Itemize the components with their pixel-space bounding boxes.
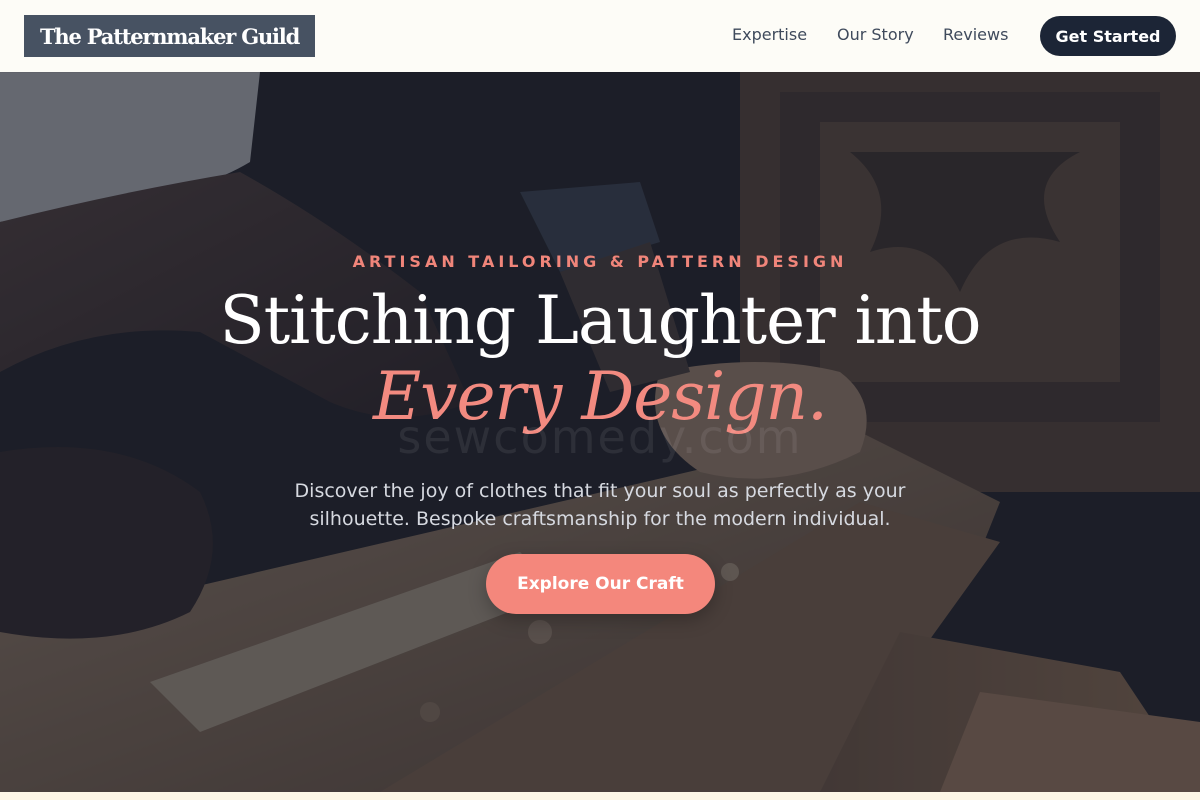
hero-subtitle: Discover the joy of clothes that fit you… <box>294 480 906 530</box>
top-navbar: The Patternmaker Guild Expertise Our Sto… <box>0 0 1200 72</box>
nav-link-our-story[interactable]: Our Story <box>837 25 914 44</box>
site-logo[interactable]: The Patternmaker Guild <box>24 15 316 57</box>
nav-link-reviews[interactable]: Reviews <box>943 25 1008 44</box>
watermark-text: sewcomedy.com <box>397 410 803 464</box>
next-section-edge <box>0 792 1200 800</box>
hero-headline: Stitching Laughter into <box>219 282 981 359</box>
get-started-button[interactable]: Get Started <box>1040 16 1176 56</box>
nav-link-expertise[interactable]: Expertise <box>732 25 807 44</box>
hero-kicker: ARTISAN TAILORING & PATTERN DESIGN <box>352 252 848 271</box>
explore-our-craft-button[interactable]: Explore Our Craft <box>486 554 715 614</box>
hero-section: ARTISAN TAILORING & PATTERN DESIGN Stitc… <box>0 72 1200 792</box>
